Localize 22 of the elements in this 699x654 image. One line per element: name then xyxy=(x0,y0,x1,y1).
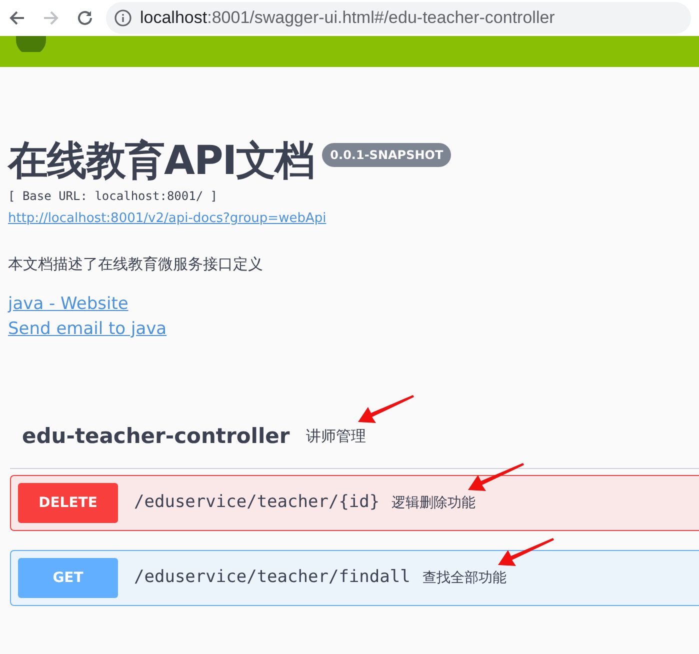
tag-title: edu-teacher-controller xyxy=(22,422,290,450)
back-icon xyxy=(8,9,26,27)
operation-row[interactable]: GET /eduservice/teacher/findall 查找全部功能 xyxy=(10,550,699,606)
logo-icon xyxy=(16,36,46,52)
description: 本文档描述了在线教育微服务接口定义 xyxy=(8,254,264,275)
method-button[interactable]: GET xyxy=(18,558,118,598)
base-url: [ Base URL: localhost:8001/ ] xyxy=(8,188,219,205)
version-badge: 0.0.1-SNAPSHOT xyxy=(322,143,452,167)
method-button[interactable]: DELETE xyxy=(18,483,118,523)
contact-link[interactable]: Send email to java xyxy=(8,317,167,342)
page-title: 在线教育API文档 xyxy=(8,139,314,183)
info-icon xyxy=(114,9,132,27)
endpoint-path: /eduservice/teacher/{id} xyxy=(134,491,380,514)
operation-row[interactable]: DELETE /eduservice/teacher/{id} 逻辑删除功能 xyxy=(10,475,699,531)
contact-link[interactable]: java - Website xyxy=(8,292,128,317)
forward-icon xyxy=(42,9,60,27)
api-docs-link[interactable]: http://localhost:8001/v2/api-docs?group=webApi xyxy=(8,209,326,228)
endpoint-summary: 查找全部功能 xyxy=(422,568,506,588)
endpoint-summary: 逻辑删除功能 xyxy=(392,494,476,512)
reload-icon xyxy=(76,9,94,27)
endpoint-path: /eduservice/teacher/findall xyxy=(134,566,410,590)
tag-description: 讲师管理 xyxy=(306,426,366,447)
